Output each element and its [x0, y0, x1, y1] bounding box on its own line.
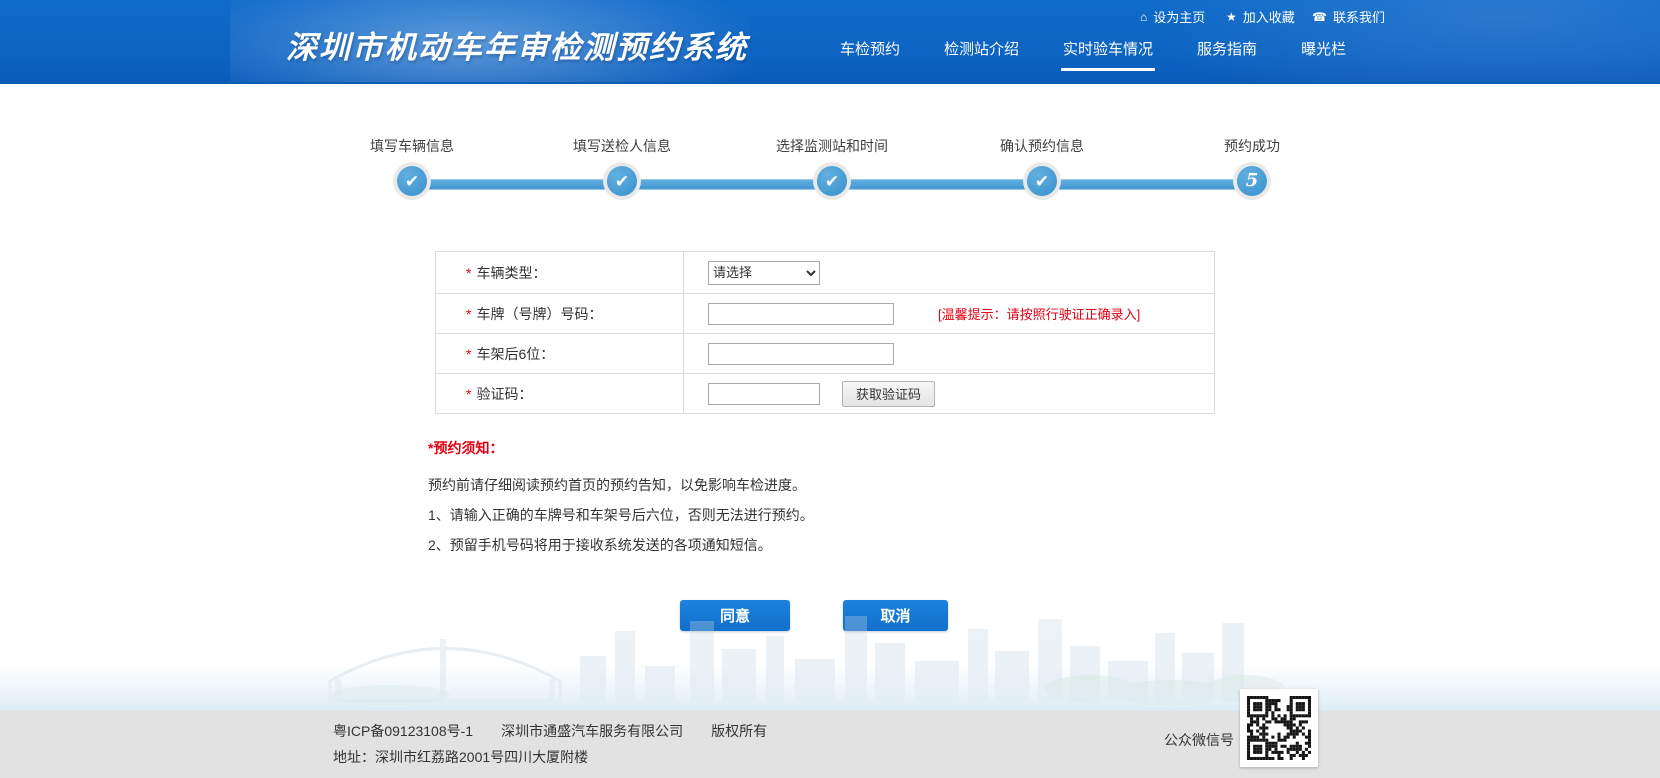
toplink-label: 加入收藏: [1243, 7, 1295, 26]
step-5: 预约成功 5: [1152, 84, 1352, 156]
field-cell: [684, 334, 1214, 373]
field-label: * 车牌（号牌）号码：: [436, 294, 684, 333]
check-icon: ✔: [825, 173, 839, 190]
required-asterisk: *: [466, 306, 471, 322]
step-number: 5: [1246, 172, 1259, 190]
page: ⌂ 设为主页 ★ 加入收藏 ☎ 联系我们 深圳市机动车年审检测预约系统 车检预约…: [0, 0, 1660, 778]
vin-last6-input[interactable]: [708, 343, 894, 365]
site-title: 深圳市机动车年审检测预约系统: [286, 22, 748, 67]
main-nav: 车检预约 检测站介绍 实时验车情况 服务指南 曝光栏: [840, 38, 1346, 71]
step-1-dot: ✔: [397, 166, 427, 196]
notice-line: 预约前请仔细阅读预约首页的预约告知，以免影响车检进度。: [428, 470, 1188, 500]
get-captcha-button[interactable]: 获取验证码: [842, 381, 935, 407]
form-row-vin-last6: * 车架后6位：: [436, 333, 1214, 373]
notice-line: 2、预留手机号码将用于接收系统发送的各项通知短信。: [428, 530, 1188, 560]
plate-hint-text: [温馨提示：请按照行驶证正确录入]: [938, 304, 1140, 323]
step-label: 选择监测站和时间: [732, 136, 932, 156]
toplink-label: 设为主页: [1153, 7, 1205, 26]
plate-number-label: 车牌（号牌）号码：: [476, 304, 602, 324]
nav-item-realtime-inspection[interactable]: 实时验车情况: [1063, 38, 1153, 71]
form-row-captcha: * 验证码： 获取验证码: [436, 373, 1214, 413]
nav-item-station-intro[interactable]: 检测站介绍: [944, 38, 1019, 71]
required-asterisk: *: [466, 346, 471, 362]
phone-icon: ☎: [1312, 11, 1327, 23]
agree-button[interactable]: 同意: [680, 600, 790, 631]
step-3-dot: ✔: [817, 166, 847, 196]
cancel-button[interactable]: 取消: [843, 600, 948, 631]
booking-form: * 车辆类型： 请选择 * 车牌（号牌）号码： [温馨提示：请按照行驶证正确录入…: [435, 251, 1215, 414]
required-asterisk: *: [466, 386, 471, 402]
field-cell: [温馨提示：请按照行驶证正确录入]: [684, 294, 1214, 333]
vehicle-type-select[interactable]: 请选择: [708, 261, 820, 285]
required-asterisk: *: [466, 265, 471, 281]
field-cell: 请选择: [684, 252, 1214, 293]
set-homepage-link[interactable]: ⌂ 设为主页: [1140, 7, 1205, 26]
topbar: ⌂ 设为主页 ★ 加入收藏 ☎ 联系我们: [0, 7, 1660, 25]
step-label: 预约成功: [1152, 136, 1352, 156]
footer-line-1: 粤ICP备09123108号-1 深圳市通盛汽车服务有限公司 版权所有: [333, 721, 767, 741]
contact-us-link[interactable]: ☎ 联系我们: [1312, 7, 1385, 26]
step-4-dot: ✔: [1027, 166, 1057, 196]
qr-code-image: [1247, 696, 1311, 760]
captcha-input[interactable]: [708, 383, 820, 405]
field-label: * 车架后6位：: [436, 334, 684, 373]
form-row-vehicle-type: * 车辆类型： 请选择: [436, 252, 1214, 293]
step-2: 填写送检人信息 ✔: [522, 84, 722, 156]
plate-number-input[interactable]: [708, 303, 894, 325]
vehicle-type-label: 车辆类型：: [476, 263, 546, 283]
star-icon: ★: [1226, 11, 1237, 23]
field-cell: 获取验证码: [684, 374, 1214, 413]
step-3: 选择监测站和时间 ✔: [732, 84, 932, 156]
city-skyline-decoration: [0, 561, 1660, 711]
nav-item-service-guide[interactable]: 服务指南: [1197, 38, 1257, 71]
booking-notice: *预约须知： 预约前请仔细阅读预约首页的预约告知，以免影响车检进度。 1、请输入…: [428, 438, 1188, 560]
haze-decoration: [0, 665, 1660, 711]
nav-item-vehicle-booking[interactable]: 车检预约: [840, 38, 900, 71]
field-label: * 车辆类型：: [436, 252, 684, 293]
wechat-qr-code: [1240, 689, 1318, 767]
vin-last6-label: 车架后6位：: [476, 344, 554, 364]
step-label: 填写车辆信息: [312, 136, 512, 156]
field-label: * 验证码：: [436, 374, 684, 413]
footer: 粤ICP备09123108号-1 深圳市通盛汽车服务有限公司 版权所有 地址：深圳市…: [0, 711, 1660, 778]
header: ⌂ 设为主页 ★ 加入收藏 ☎ 联系我们 深圳市机动车年审检测预约系统 车检预约…: [0, 0, 1660, 84]
notice-title: *预约须知：: [428, 438, 1188, 458]
step-label: 确认预约信息: [942, 136, 1142, 156]
copyright-text: 版权所有: [711, 723, 767, 739]
notice-line: 1、请输入正确的车牌号和车架号后六位，否则无法进行预约。: [428, 500, 1188, 530]
step-label: 填写送检人信息: [522, 136, 722, 156]
step-5-dot: 5: [1237, 166, 1267, 196]
home-icon: ⌂: [1140, 11, 1147, 23]
form-row-plate-number: * 车牌（号牌）号码： [温馨提示：请按照行驶证正确录入]: [436, 293, 1214, 333]
progress-steps: 填写车辆信息 ✔ 填写送检人信息 ✔ 选择监测站和时间 ✔ 确认预约信息 ✔ 预…: [0, 84, 1660, 214]
footer-text: 粤ICP备09123108号-1 深圳市通盛汽车服务有限公司 版权所有 地址：深圳市…: [333, 721, 767, 767]
add-favorite-link[interactable]: ★ 加入收藏: [1226, 7, 1295, 26]
company-name: 深圳市通盛汽车服务有限公司: [501, 723, 683, 739]
footer-address: 地址：深圳市红荔路2001号四川大厦附楼: [333, 747, 767, 767]
captcha-label: 验证码：: [476, 384, 532, 404]
nav-item-exposure-board[interactable]: 曝光栏: [1301, 38, 1346, 71]
step-2-dot: ✔: [607, 166, 637, 196]
step-1: 填写车辆信息 ✔: [312, 84, 512, 156]
check-icon: ✔: [615, 173, 629, 190]
toplink-label: 联系我们: [1333, 7, 1385, 26]
check-icon: ✔: [1035, 173, 1049, 190]
icp-number: 粤ICP备09123108号-1: [333, 723, 473, 739]
step-4: 确认预约信息 ✔: [942, 84, 1142, 156]
wechat-account-label: 公众微信号: [1164, 730, 1234, 750]
check-icon: ✔: [405, 173, 419, 190]
